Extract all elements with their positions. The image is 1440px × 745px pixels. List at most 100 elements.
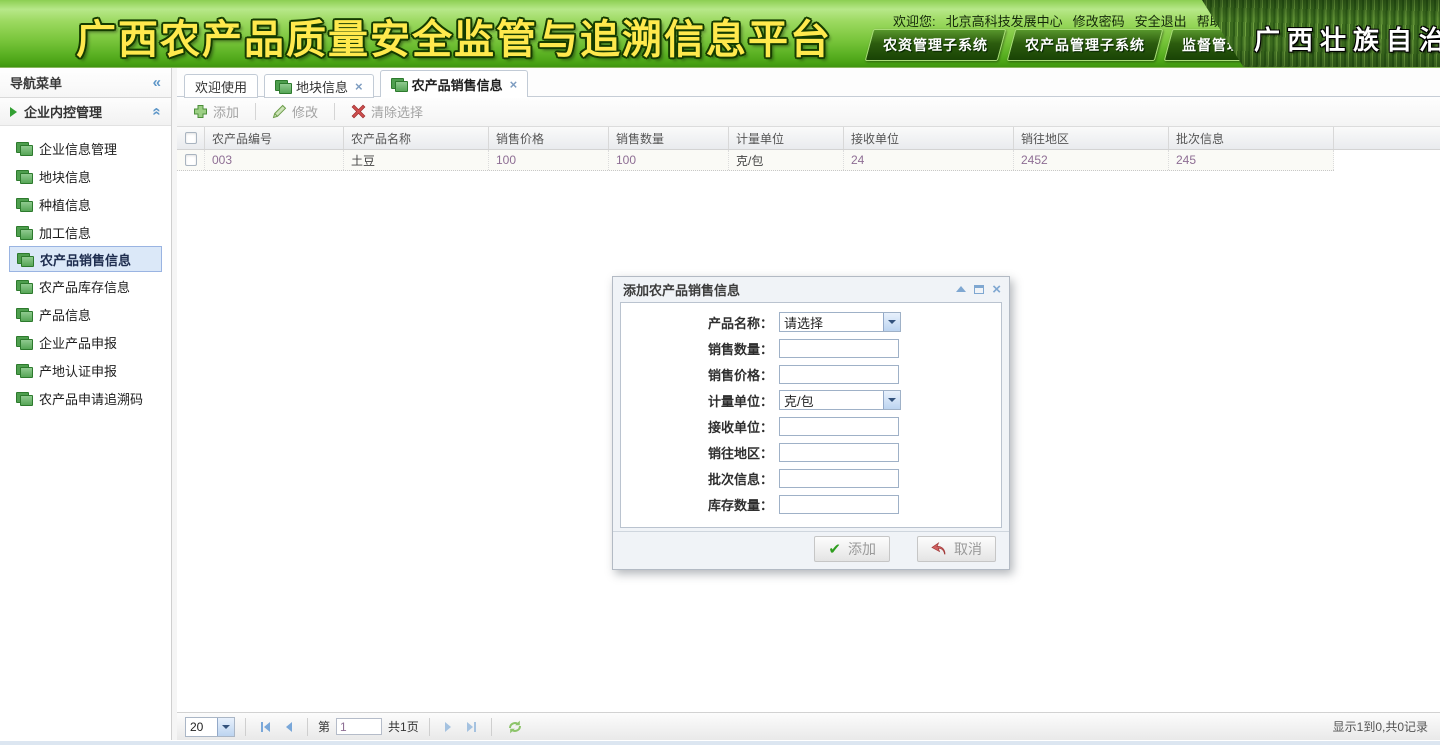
unit-select[interactable]: 克/包	[779, 390, 901, 410]
nav-button-agri-supplies[interactable]: 农资管理子系统	[865, 29, 1007, 61]
column-header-price[interactable]: 销售价格	[489, 127, 609, 149]
cell-qty: 100	[609, 150, 729, 170]
column-header-name[interactable]: 农产品名称	[344, 127, 489, 149]
sidebar-item-enterprise-product-declare[interactable]: 企业产品申报	[0, 328, 171, 356]
sidebar-item-product-sales-info[interactable]: 农产品销售信息	[9, 246, 162, 272]
column-header-filler	[1334, 127, 1440, 149]
form-row-sales-qty: 销售数量：	[621, 338, 1001, 358]
column-header-code[interactable]: 农产品编号	[205, 127, 344, 149]
form-row-region: 销往地区：	[621, 442, 1001, 462]
sidebar-collapse-icon[interactable]: «	[153, 75, 161, 90]
folder-icon	[16, 280, 32, 293]
edit-button[interactable]: 修改	[266, 99, 324, 124]
user-name: 北京高科技发展中心	[946, 11, 1063, 30]
field-label: 接收单位：	[621, 417, 779, 436]
form-row-sales-price: 销售价格：	[621, 364, 1001, 384]
page-size-select[interactable]: 20	[185, 717, 235, 737]
cell-code: 003	[205, 150, 344, 170]
sales-region-input[interactable]	[779, 443, 899, 462]
section-collapse-icon[interactable]: «	[149, 107, 164, 115]
record-summary: 显示1到0,共0记录	[1333, 718, 1432, 735]
field-label: 销往地区：	[621, 443, 779, 462]
folder-icon	[16, 142, 32, 155]
pager-separator	[245, 718, 246, 736]
batch-info-input[interactable]	[779, 469, 899, 488]
app-title: 广西农产品质量安全监管与追溯信息平台	[76, 7, 832, 65]
select-all-checkbox[interactable]	[185, 132, 197, 144]
column-header-unit[interactable]: 计量单位	[729, 127, 844, 149]
first-page-button[interactable]	[256, 720, 275, 734]
field-label: 批次信息：	[621, 469, 779, 488]
column-header-qty[interactable]: 销售数量	[609, 127, 729, 149]
sidebar-item-origin-cert-declare[interactable]: 产地认证申报	[0, 356, 171, 384]
sidebar-item-label: 农产品库存信息	[39, 277, 130, 296]
folder-icon	[16, 198, 32, 211]
next-page-button[interactable]	[440, 720, 456, 734]
form-row-unit: 计量单位： 克/包	[621, 390, 1001, 410]
row-select-cell	[177, 150, 205, 170]
sidebar-item-processing-info[interactable]: 加工信息	[0, 218, 171, 246]
field-label: 计量单位：	[621, 391, 779, 410]
dialog-cancel-label: 取消	[954, 539, 982, 559]
pager-separator	[429, 718, 430, 736]
refresh-button[interactable]	[502, 717, 528, 737]
change-password-link[interactable]: 修改密码	[1073, 11, 1125, 30]
sidebar-item-label: 企业信息管理	[39, 139, 117, 158]
receiver-input[interactable]	[779, 417, 899, 436]
clear-selection-button[interactable]: 清除选择	[345, 99, 429, 124]
pencil-icon	[272, 104, 287, 119]
folder-icon	[17, 253, 33, 266]
column-header-receiver[interactable]: 接收单位	[844, 127, 1014, 149]
sales-price-input[interactable]	[779, 365, 899, 384]
sidebar-item-product-info[interactable]: 产品信息	[0, 300, 171, 328]
tab-close-icon[interactable]: ×	[355, 80, 363, 93]
column-header-region[interactable]: 销往地区	[1014, 127, 1169, 149]
add-button[interactable]: 添加	[187, 99, 245, 124]
section-arrow-icon	[10, 107, 17, 117]
cell-price: 100	[489, 150, 609, 170]
close-icon[interactable]: ×	[992, 282, 1001, 297]
dialog-cancel-button[interactable]: 取消	[917, 536, 996, 562]
select-value: 请选择	[780, 313, 823, 332]
field-label: 销售价格：	[621, 365, 779, 384]
sidebar-item-product-stock-info[interactable]: 农产品库存信息	[0, 272, 171, 300]
last-page-button[interactable]	[462, 720, 481, 734]
sidebar-item-planting-info[interactable]: 种植信息	[0, 190, 171, 218]
undo-arrow-icon	[931, 541, 947, 557]
tab-product-sales-info[interactable]: 农产品销售信息 ×	[380, 70, 529, 97]
refresh-icon	[507, 719, 523, 735]
tab-welcome[interactable]: 欢迎使用	[184, 74, 258, 97]
table-row[interactable]: 003 土豆 100 100 克/包 24 2452 245	[177, 150, 1334, 171]
field-label: 产品名称：	[621, 313, 779, 332]
sidebar-item-label: 种植信息	[39, 195, 91, 214]
sidebar-item-label: 产品信息	[39, 305, 91, 324]
dialog-title: 添加农产品销售信息	[623, 280, 956, 299]
tab-label: 地块信息	[296, 77, 348, 96]
form-row-product-name: 产品名称： 请选择	[621, 312, 1001, 332]
maximize-icon[interactable]	[974, 285, 984, 294]
collapse-icon[interactable]	[956, 286, 966, 292]
row-checkbox[interactable]	[185, 154, 197, 166]
pager-separator	[491, 718, 492, 736]
dialog-add-button[interactable]: ✔ 添加	[814, 536, 890, 562]
logout-link[interactable]: 安全退出	[1135, 11, 1187, 30]
sidebar-item-trace-code-apply[interactable]: 农产品申请追溯码	[0, 384, 171, 412]
cell-unit: 克/包	[729, 150, 844, 170]
tab-label: 农产品销售信息	[412, 75, 503, 94]
sidebar-section-header[interactable]: 企业内控管理 «	[0, 98, 171, 126]
sidebar-item-plot-info[interactable]: 地块信息	[0, 162, 171, 190]
tab-close-icon[interactable]: ×	[510, 78, 518, 91]
sidebar-item-label: 农产品销售信息	[40, 250, 131, 269]
dialog-titlebar[interactable]: 添加农产品销售信息 ×	[613, 277, 1009, 301]
nav-button-agri-products[interactable]: 农产品管理子系统	[1007, 29, 1164, 61]
sidebar-item-label: 企业产品申报	[39, 333, 117, 352]
page-number-input[interactable]	[336, 718, 382, 735]
sidebar-item-enterprise-info[interactable]: 企业信息管理	[0, 134, 171, 162]
prev-page-button[interactable]	[281, 720, 297, 734]
column-header-batch[interactable]: 批次信息	[1169, 127, 1334, 149]
welcome-bar: 欢迎您: 北京高科技发展中心 修改密码 安全退出 帮助	[893, 11, 1223, 30]
sales-qty-input[interactable]	[779, 339, 899, 358]
tab-plot-info[interactable]: 地块信息 ×	[264, 74, 374, 97]
stock-qty-input[interactable]	[779, 495, 899, 514]
product-name-select[interactable]: 请选择	[779, 312, 901, 332]
